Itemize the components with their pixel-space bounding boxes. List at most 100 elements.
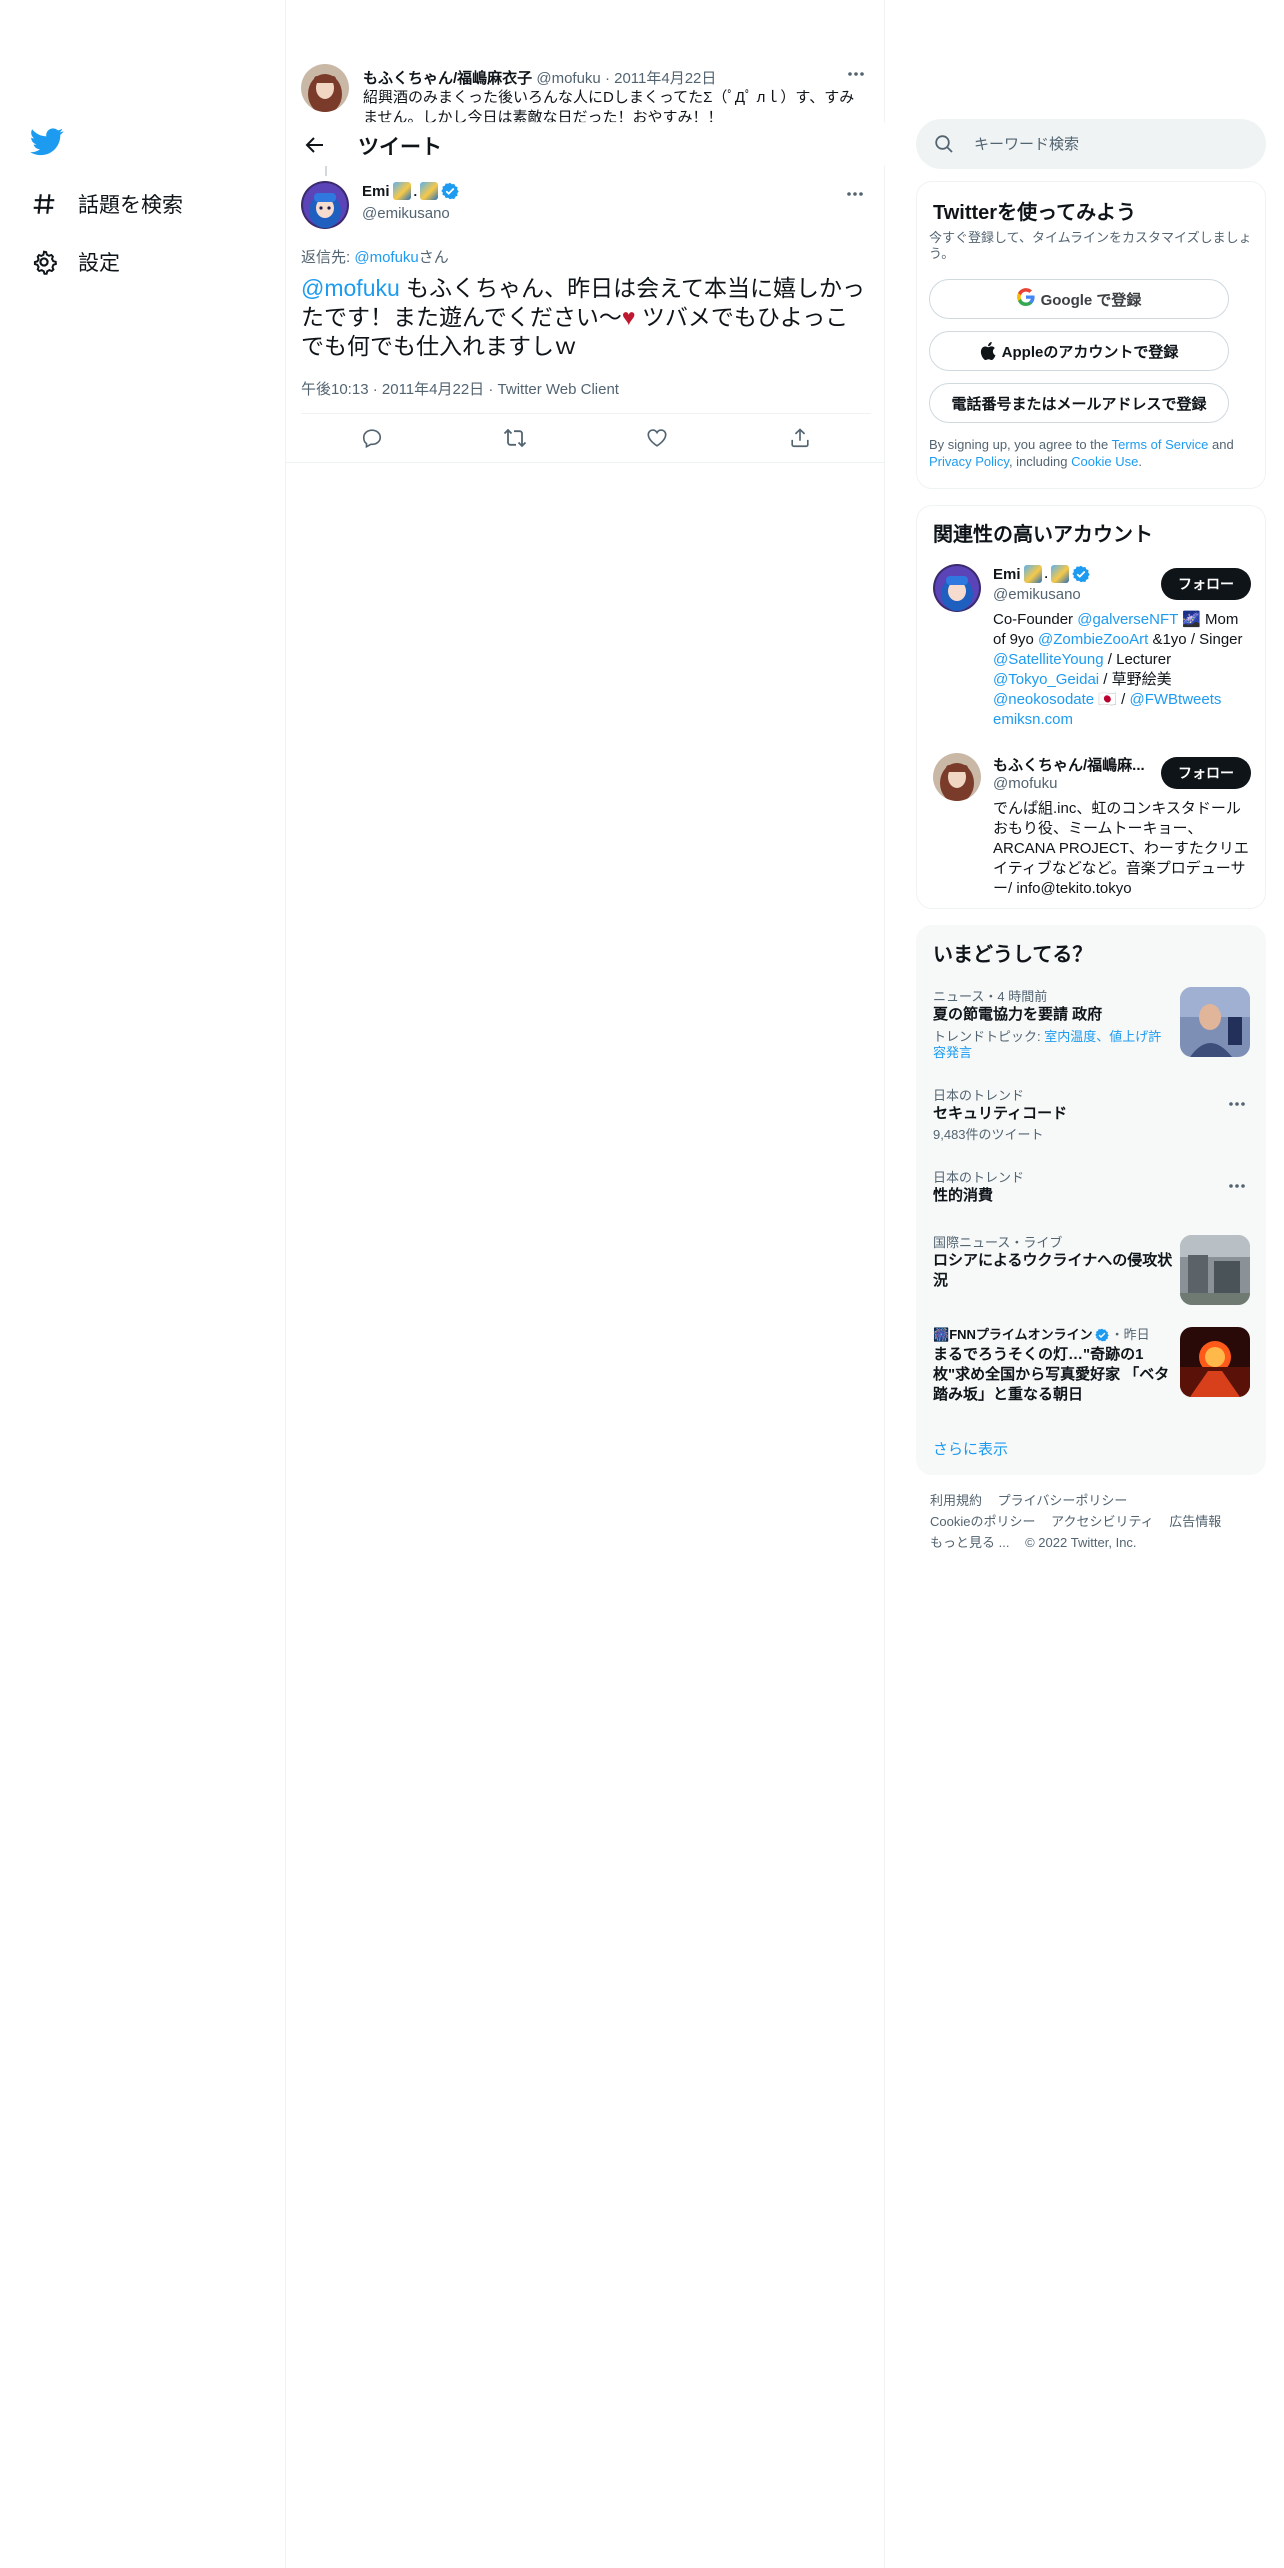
apple-signup-button[interactable]: Appleのアカウントで登録 (929, 331, 1229, 371)
account-avatar[interactable] (933, 753, 981, 801)
tweet-client: Twitter Web Client (497, 381, 619, 398)
trends-title: いまどうしてる？ (933, 944, 1093, 966)
reply-prefix: 返信先: (301, 249, 355, 266)
follow-button[interactable]: フォロー (1161, 757, 1251, 789)
trends-card: いまどうしてる？ ニュース・4 時間前 夏の節電協力を要請 政府 トレンドトピッ… (916, 925, 1266, 1475)
name-separator: . (413, 183, 418, 199)
footer-ads-link[interactable]: 広告情報 (1169, 1514, 1221, 1529)
more-options-icon[interactable] (840, 184, 870, 204)
trend-item[interactable]: 日本のトレンド 性的消費 (933, 1170, 1253, 1206)
tweet-author-handle[interactable]: @emikusano (362, 205, 450, 222)
footer-cookie-link[interactable]: Cookieのポリシー (930, 1514, 1035, 1529)
hashtag-icon (30, 190, 58, 218)
bio-text: / Lecturer (1103, 651, 1172, 668)
cookie-link[interactable]: Cookie Use (1071, 454, 1138, 469)
bio-text: 🇯🇵 / (1094, 691, 1130, 708)
parent-tweet-handle[interactable]: @mofuku (536, 70, 600, 87)
more-options-icon[interactable] (841, 64, 871, 84)
tweet-time[interactable]: 午後10:13 (301, 381, 369, 398)
related-accounts-card: 関連性の高いアカウント Emi . @emikusano フォロー Co-Fou… (916, 505, 1266, 909)
name-separator: . (1044, 567, 1048, 581)
privacy-link[interactable]: Privacy Policy (929, 454, 1009, 469)
google-signup-button[interactable]: Google で登録 (929, 279, 1229, 319)
signup-title: Twitterを使ってみよう (933, 202, 1137, 224)
trend-context: 日本のトレンド (933, 1170, 1025, 1185)
phone-email-signup-button[interactable]: 電話番号またはメールアドレスで登録 (929, 383, 1229, 423)
trend-thumbnail[interactable] (1180, 987, 1250, 1057)
legal-text: By signing up, you agree to the (929, 437, 1112, 452)
google-g-icon (1016, 288, 1035, 310)
footer-accessibility-link[interactable]: アクセシビリティ (1051, 1514, 1154, 1529)
bio-mention-link[interactable]: @SatelliteYoung (993, 651, 1104, 668)
nav-explore-label: 話題を検索 (78, 194, 183, 217)
twitter-logo-icon[interactable] (30, 128, 66, 160)
back-arrow-icon[interactable] (300, 130, 330, 160)
parent-tweet-date[interactable]: 2011年4月22日 (614, 70, 716, 87)
bio-mention-link[interactable]: @Tokyo_Geidai (993, 671, 1099, 688)
trend-item[interactable]: 日本のトレンド セキュリティコード 9,483件のツイート (933, 1088, 1253, 1143)
signup-legal-text: By signing up, you agree to the Terms of… (929, 436, 1259, 470)
legal-text: . (1138, 454, 1142, 469)
bio-mention-link[interactable]: @neokosodate (993, 691, 1094, 708)
thread-connector (325, 166, 327, 176)
bio-text: &1yo / Singer (1148, 631, 1243, 648)
signup-card: Twitterを使ってみよう 今すぐ登録して、タイムラインをカスタマイズしましょ… (916, 181, 1266, 489)
trend-thumbnail[interactable] (1180, 1235, 1250, 1305)
more-options-icon[interactable] (1222, 1094, 1252, 1114)
tweet-timestamp: 午後10:13 · 2011年4月22日 · Twitter Web Clien… (301, 378, 619, 399)
bio-text: / 草野絵美 (1099, 671, 1172, 688)
share-icon[interactable] (782, 420, 818, 456)
verified-badge-icon (441, 182, 459, 200)
tweet-author-name-text: Emi (362, 182, 390, 200)
nav-settings-label: 設定 (78, 252, 120, 275)
main-column: もふくちゃん/福嶋麻衣子 @mofuku · 2011年4月22日 紹興酒のみま… (286, 0, 885, 2568)
parent-tweet-author-name[interactable]: もふくちゃん/福嶋麻衣子 (363, 70, 532, 87)
footer-more-link[interactable]: もっと見る ... (930, 1535, 1009, 1550)
trend-context: 日本のトレンド (933, 1088, 1025, 1103)
terms-link[interactable]: Terms of Service (1112, 437, 1209, 452)
nav-settings[interactable]: 設定 (30, 242, 120, 282)
tweet-author-name[interactable]: Emi . (362, 182, 459, 200)
reply-context: 返信先: @mofukuさん (301, 246, 449, 267)
account-bio: でんぱ組.inc、虹のコンキスタドールおもり役、ミームトーキョー、ARCANA … (993, 800, 1249, 897)
more-options-icon[interactable] (1222, 1176, 1252, 1196)
follow-button[interactable]: フォロー (1161, 568, 1251, 600)
bio-mention-link[interactable]: @FWBtweets (1130, 691, 1222, 708)
emoji-badge-icon (420, 182, 439, 200)
account-name[interactable]: もふくちゃん/福嶋麻... (993, 754, 1145, 775)
verified-badge-icon (1094, 1328, 1109, 1342)
signup-subtitle: 今すぐ登録して、タイムラインをカスタマイズしましょう。 (929, 230, 1252, 261)
trend-title: 夏の節電協力を要請 政府 (933, 1006, 1103, 1023)
nav-explore[interactable]: 話題を検索 (30, 184, 183, 224)
trend-thumbnail[interactable] (1180, 1327, 1250, 1397)
bio-mention-link[interactable]: @ZombieZooArt (1038, 631, 1148, 648)
account-avatar[interactable] (933, 564, 981, 612)
tweet-header: ツイート (286, 122, 885, 166)
retweet-icon[interactable] (497, 420, 533, 456)
reply-to-link[interactable]: @mofuku (354, 249, 418, 266)
account-handle[interactable]: @emikusano (993, 586, 1081, 603)
parent-tweet-avatar[interactable] (301, 64, 349, 112)
account-name[interactable]: Emi . (993, 565, 1090, 583)
show-more-link[interactable]: さらに表示 (933, 1438, 1008, 1459)
tweet-date[interactable]: 2011年4月22日 (382, 381, 484, 398)
search-icon (934, 134, 954, 154)
bio-website-link[interactable]: emiksn.com (993, 711, 1073, 728)
bio-mention-link[interactable]: @galverseNFT (1077, 611, 1178, 628)
emoji-badge-icon (1023, 565, 1042, 583)
account-handle[interactable]: @mofuku (993, 775, 1057, 792)
footer-privacy-link[interactable]: プライバシーポリシー (998, 1493, 1128, 1508)
verified-badge-icon (1072, 565, 1090, 583)
trend-title: まるでろうそくの灯…"奇跡の1枚"求め全国から写真愛好家 「ベタ踏み坂」と重なる… (933, 1346, 1170, 1403)
heart-emoji: ♥ (621, 304, 636, 330)
tweet-text: @mofuku もふくちゃん、昨日は会えて本当に嬉しかったです！また遊んでくださ… (301, 274, 871, 361)
footer-terms-link[interactable]: 利用規約 (930, 1493, 982, 1508)
like-heart-icon[interactable] (639, 420, 675, 456)
search-box[interactable] (916, 119, 1266, 169)
search-input[interactable] (974, 135, 1254, 153)
reply-icon[interactable] (354, 420, 390, 456)
tweet-author-avatar[interactable] (301, 181, 349, 229)
trend-source-name: FNNプライムオンライン (949, 1327, 1093, 1342)
bio-text: Co-Founder (993, 611, 1078, 628)
mention-link[interactable]: @mofuku (301, 275, 400, 301)
